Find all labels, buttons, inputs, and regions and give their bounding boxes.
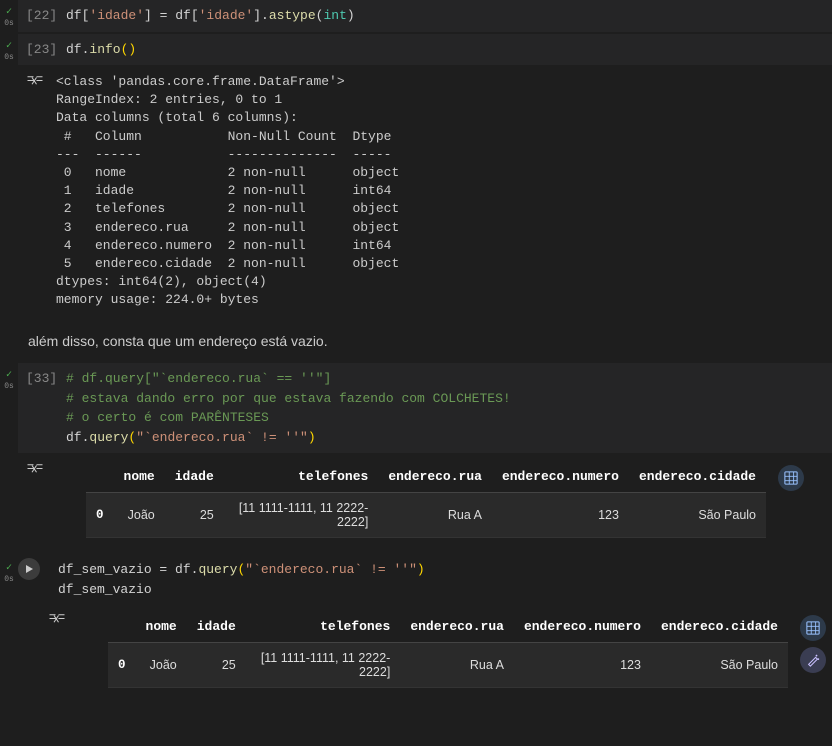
col-header: endereco.rua xyxy=(378,461,492,493)
comment-line: # estava dando erro por que estava fazen… xyxy=(66,389,511,409)
cell: São Paulo xyxy=(629,493,766,538)
cell: [11 1111-1111, 11 2222-2222] xyxy=(246,643,401,688)
table-header-row: nome idade telefones endereco.rua endere… xyxy=(86,461,766,493)
col-header: telefones xyxy=(224,461,379,493)
cell-output: nome idade telefones endereco.rua endere… xyxy=(40,603,832,696)
cell: Rua A xyxy=(400,643,514,688)
markdown-cell[interactable]: além disso, consta que um endereço está … xyxy=(0,319,832,363)
code-input[interactable]: [23] df.info() xyxy=(18,34,832,66)
output-toggle-icon[interactable] xyxy=(26,461,56,481)
cell-gutter: ✓ 0s xyxy=(0,363,18,546)
magic-wand-icon[interactable] xyxy=(800,647,826,673)
cell: São Paulo xyxy=(651,643,788,688)
cell: 25 xyxy=(165,493,224,538)
exec-time: 0s xyxy=(4,19,14,28)
col-index xyxy=(86,461,114,493)
cell: 123 xyxy=(514,643,651,688)
col-header: endereco.cidade xyxy=(629,461,766,493)
code-cell-33: ✓ 0s [33] # df.query["`endereco.rua` == … xyxy=(0,363,832,546)
code-cell-23: ✓ 0s [23] df.info() <class 'pandas.core.… xyxy=(0,34,832,318)
cell-gutter: ✓ 0s xyxy=(0,556,18,696)
col-header: endereco.numero xyxy=(492,461,629,493)
col-header: endereco.rua xyxy=(400,611,514,643)
dataframe-table: nome idade telefones endereco.rua endere… xyxy=(86,461,766,538)
exec-count: [22] xyxy=(26,6,66,26)
col-header: endereco.numero xyxy=(514,611,651,643)
cell-output: nome idade telefones endereco.rua endere… xyxy=(18,453,832,546)
code-cell-active: ✓ 0s df_sem_vazio = df.query("`endereco.… xyxy=(0,556,832,696)
dataframe-table: nome idade telefones endereco.rua endere… xyxy=(108,611,788,688)
cell-output: <class 'pandas.core.frame.DataFrame'> Ra… xyxy=(18,65,832,317)
exec-count: [23] xyxy=(26,40,66,60)
col-header: telefones xyxy=(246,611,401,643)
stdout-text: <class 'pandas.core.frame.DataFrame'> Ra… xyxy=(56,73,399,309)
code-input[interactable]: [22] df['idade'] = df['idade'].astype(in… xyxy=(18,0,832,32)
code-input[interactable]: df_sem_vazio = df.query("`endereco.rua` … xyxy=(40,556,832,603)
run-button[interactable] xyxy=(18,558,40,580)
col-header: endereco.cidade xyxy=(651,611,788,643)
exec-time: 0s xyxy=(4,53,14,62)
code-content: df.info() xyxy=(66,40,136,60)
code-content: df['idade'] = df['idade'].astype(int) xyxy=(66,6,355,26)
cell: 123 xyxy=(492,493,629,538)
col-header: nome xyxy=(114,461,165,493)
col-index xyxy=(108,611,136,643)
comment-line: # df.query["`endereco.rua` == ''"] xyxy=(66,369,331,389)
col-header: idade xyxy=(165,461,224,493)
row-index: 0 xyxy=(86,493,114,538)
exec-count: [33] xyxy=(26,369,66,389)
col-header: idade xyxy=(187,611,246,643)
code-cell-22: ✓ 0s [22] df['idade'] = df['idade'].asty… xyxy=(0,0,832,32)
status-check-icon: ✓ xyxy=(6,6,12,18)
table-row: 0 João 25 [11 1111-1111, 11 2222-2222] R… xyxy=(86,493,766,538)
cell: João xyxy=(136,643,187,688)
table-header-row: nome idade telefones endereco.rua endere… xyxy=(108,611,788,643)
code-input[interactable]: [33] # df.query["`endereco.rua` == ''"] … xyxy=(18,363,832,453)
cell: João xyxy=(114,493,165,538)
table-view-icon[interactable] xyxy=(778,465,804,491)
code-content: df.query("`endereco.rua` != ''") xyxy=(66,428,316,448)
exec-time: 0s xyxy=(4,575,14,584)
cell: 25 xyxy=(187,643,246,688)
cell-gutter: ✓ 0s xyxy=(0,34,18,318)
output-toggle-icon[interactable] xyxy=(26,73,56,93)
table-view-icon[interactable] xyxy=(800,615,826,641)
status-check-icon: ✓ xyxy=(6,369,12,381)
table-row: 0 João 25 [11 1111-1111, 11 2222-2222] R… xyxy=(108,643,788,688)
row-index: 0 xyxy=(108,643,136,688)
col-header: nome xyxy=(136,611,187,643)
exec-time: 0s xyxy=(4,382,14,391)
cell-gutter: ✓ 0s xyxy=(0,0,18,32)
status-check-icon: ✓ xyxy=(6,40,12,52)
output-toggle-icon[interactable] xyxy=(48,611,78,631)
comment-line: # o certo é com PARÊNTESES xyxy=(66,408,269,428)
code-content: df_sem_vazio xyxy=(58,580,152,600)
cell: Rua A xyxy=(378,493,492,538)
cell: [11 1111-1111, 11 2222-2222] xyxy=(224,493,379,538)
code-content: df_sem_vazio = df.query("`endereco.rua` … xyxy=(58,560,425,580)
status-check-icon: ✓ xyxy=(6,562,12,574)
